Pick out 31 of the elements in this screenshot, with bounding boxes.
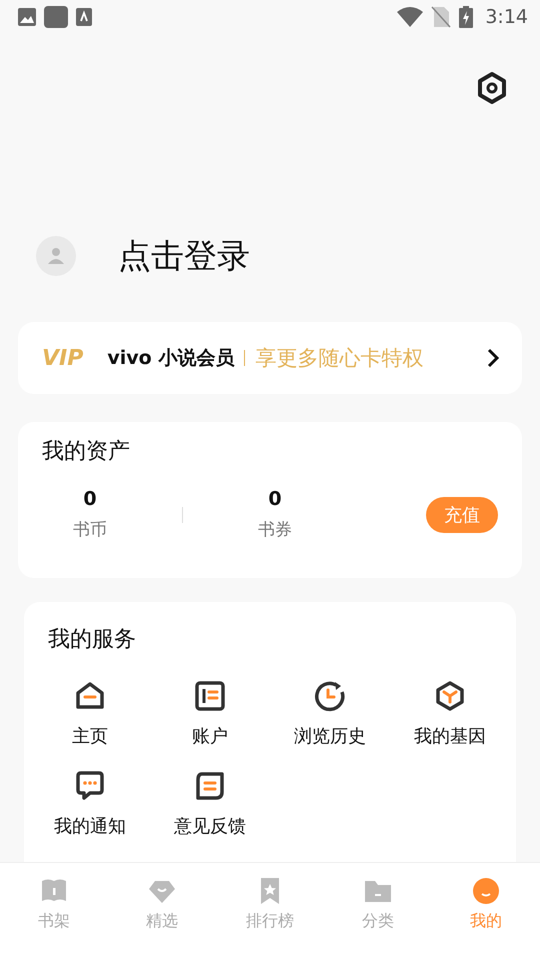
service-item[interactable]: 浏览历史: [270, 680, 390, 748]
clock-icon: [314, 680, 346, 712]
login-link[interactable]: 点击登录: [118, 234, 250, 278]
app-icon: [44, 6, 68, 28]
battery-charging-icon: [459, 6, 474, 28]
asset-label: 书券: [258, 519, 292, 541]
note-icon: [194, 770, 226, 802]
chevron-right-icon: [486, 347, 500, 369]
wifi-icon: [397, 7, 424, 27]
service-item[interactable]: 主页: [30, 680, 150, 748]
section-title: 我的服务: [48, 626, 137, 654]
image-icon: [18, 8, 36, 26]
service-item[interactable]: 我的基因: [390, 680, 510, 748]
section-title: 我的资产: [42, 438, 131, 466]
service-item[interactable]: 账户: [150, 680, 270, 748]
vip-banner[interactable]: VIP vivo 小说会员 享更多随心卡特权: [18, 322, 522, 394]
brand-label: vivo 小说会员: [107, 346, 234, 371]
asset-value: 0: [83, 488, 97, 510]
vip-slogan: 享更多随心卡特权: [255, 345, 424, 372]
vip-label: VIP: [42, 346, 84, 370]
asset-value: 0: [268, 488, 282, 510]
status-time: 3:14: [485, 6, 528, 28]
home-icon: [74, 680, 106, 712]
chat-icon: [74, 770, 106, 802]
service-item[interactable]: 意见反馈: [150, 770, 270, 838]
asset-label: 书币: [73, 519, 107, 541]
ledger-icon: [194, 680, 226, 712]
service-item[interactable]: 我的通知: [30, 770, 150, 838]
hexagon-icon: [434, 680, 466, 712]
smile-icon: [472, 877, 500, 905]
no-sim-icon: [431, 6, 452, 28]
